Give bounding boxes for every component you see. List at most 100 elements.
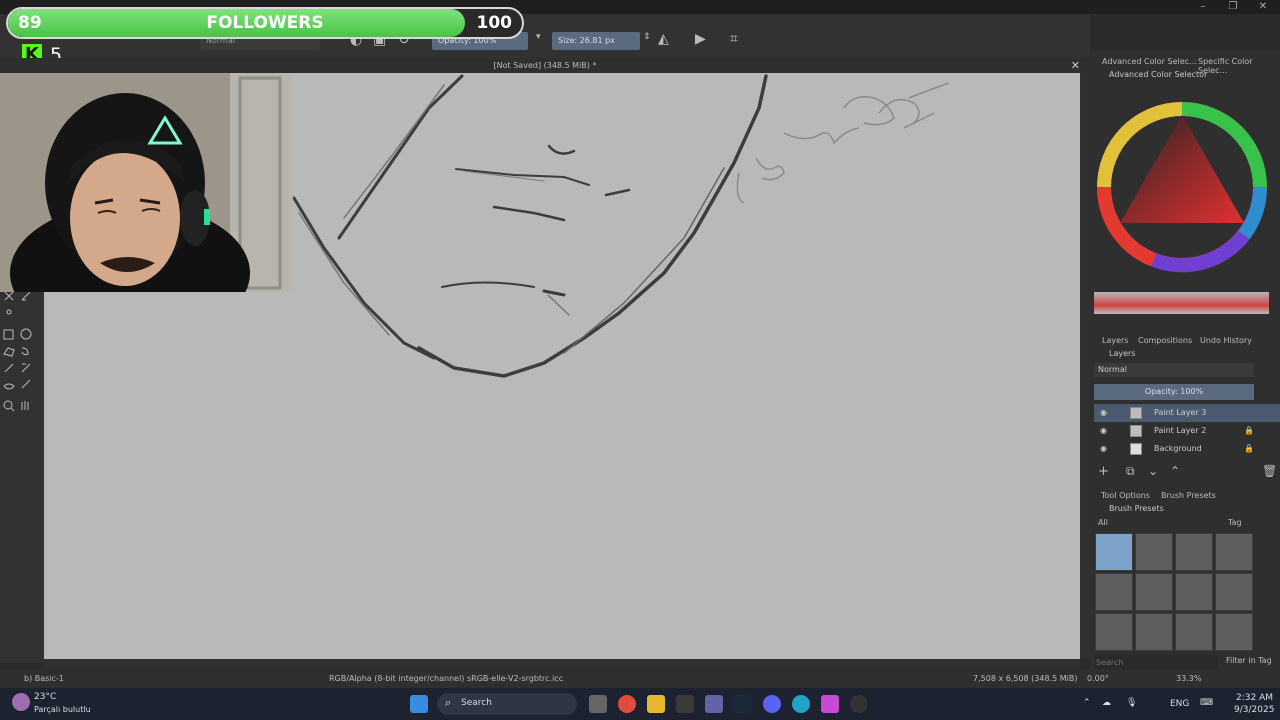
close-window-button[interactable]: ✕ <box>1248 0 1278 14</box>
add-layer-button[interactable]: + <box>1098 464 1109 479</box>
status-rotation[interactable]: 0.00° <box>1087 669 1109 688</box>
weather-desc: Parçalı bulutlu <box>34 705 91 714</box>
spinner-icon[interactable]: ⇕ <box>643 32 651 42</box>
brush-panel-title: Brush Presets <box>1109 504 1164 513</box>
followers-goal: 100 <box>476 13 513 33</box>
ellipse-select-icon <box>20 328 32 340</box>
search-label: Search <box>461 698 492 708</box>
pin-icon <box>6 309 12 315</box>
brush-preset[interactable] <box>1215 573 1253 611</box>
language-indicator[interactable]: ENG <box>1170 699 1189 709</box>
tab-layers[interactable]: Layers <box>1102 336 1128 345</box>
canvas-tab-bar: [Not Saved] (348.5 MiB) * ✕ <box>0 58 1090 73</box>
brush-preset[interactable] <box>1175 573 1213 611</box>
layer-row-paint-layer-3[interactable]: ◉ Paint Layer 3 <box>1094 404 1280 422</box>
tray-chevron-icon[interactable]: ⌃ <box>1083 698 1091 708</box>
delete-layer-icon[interactable]: 🗑 <box>1262 464 1277 478</box>
layer-row-background[interactable]: ◉ Background 🔒 <box>1094 440 1280 458</box>
edge-icon[interactable] <box>792 695 810 713</box>
layer-thumbnail <box>1130 425 1142 437</box>
teams-icon[interactable] <box>705 695 723 713</box>
brush-preset[interactable] <box>1135 573 1173 611</box>
file-explorer-icon[interactable] <box>647 695 665 713</box>
transform-icon <box>4 291 14 301</box>
network-icon[interactable]: ⌨ <box>1200 698 1213 708</box>
tab-undo-history[interactable]: Undo History <box>1200 336 1252 345</box>
wrap-around-icon[interactable]: ⌗ <box>730 31 738 47</box>
color-wheel[interactable] <box>1094 95 1274 275</box>
tab-specific-color[interactable]: Specific Color Selec... <box>1198 57 1280 75</box>
layer-name: Background <box>1154 444 1202 453</box>
magic-wand-icon <box>4 363 14 373</box>
brush-preset[interactable] <box>1095 613 1133 651</box>
layer-opacity-slider[interactable]: Opacity: 100% <box>1094 384 1254 400</box>
similar-select-icon <box>21 363 31 373</box>
brush-search-input[interactable] <box>1094 655 1218 669</box>
clock-time[interactable]: 2:32 AM <box>1236 693 1273 703</box>
chevron-down-icon[interactable]: ▾ <box>536 32 541 42</box>
size-slider[interactable]: Size: 26.81 px <box>552 32 640 50</box>
brush-preset[interactable] <box>1215 533 1253 571</box>
chrome-icon[interactable] <box>618 695 636 713</box>
document-title: [Not Saved] (348.5 MiB) * <box>493 61 597 70</box>
onedrive-icon[interactable]: ☁ <box>1102 698 1111 708</box>
tab-brush-presets[interactable]: Brush Presets <box>1161 491 1216 500</box>
discord-icon[interactable] <box>763 695 781 713</box>
status-zoom[interactable]: 33.3% <box>1176 669 1201 688</box>
horizontal-scrollbar[interactable] <box>44 659 1080 669</box>
polygon-select-icon <box>3 347 15 357</box>
krita-icon[interactable] <box>821 695 839 713</box>
task-view-icon[interactable] <box>589 695 607 713</box>
close-document-button[interactable]: ✕ <box>1071 58 1080 73</box>
layer-row-paint-layer-2[interactable]: ◉ Paint Layer 2 🔒 <box>1094 422 1280 440</box>
move-down-icon[interactable]: ⌄ <box>1148 464 1158 478</box>
followers-label: FOLLOWERS <box>206 13 324 33</box>
maximize-button[interactable]: ❐ <box>1218 0 1248 14</box>
layer-thumbnail <box>1130 407 1142 419</box>
weather-icon[interactable] <box>12 693 30 711</box>
tab-compositions[interactable]: Compositions <box>1138 336 1192 345</box>
rect-select-icon <box>3 329 14 340</box>
layers-panel-title: Layers <box>1109 349 1136 358</box>
brush-preset[interactable] <box>1135 613 1173 651</box>
bezier-select-icon <box>3 383 15 390</box>
brush-tag-button[interactable]: Tag <box>1228 518 1242 527</box>
mirror-vertical-icon[interactable]: ▶ <box>695 31 706 47</box>
lock-icon[interactable]: 🔒 <box>1244 440 1254 458</box>
search-icon: ⌕ <box>445 696 452 709</box>
windows-start-icon[interactable] <box>410 695 428 713</box>
brush-filter-select[interactable]: All <box>1098 518 1108 527</box>
app-icon[interactable] <box>676 695 694 713</box>
filter-in-tag-checkbox[interactable]: Filter in Tag <box>1226 656 1272 665</box>
brush-preset[interactable] <box>1135 533 1173 571</box>
obs-icon[interactable] <box>850 695 868 713</box>
mirror-horizontal-icon[interactable]: ◭ <box>658 31 669 47</box>
move-up-icon[interactable]: ⌃ <box>1170 464 1180 478</box>
brush-preset[interactable] <box>1215 613 1253 651</box>
mic-icon[interactable]: 🎙 <box>1126 698 1137 708</box>
tab-advanced-color[interactable]: Advanced Color Selec... <box>1102 57 1197 66</box>
status-brush: b) Basic-1 <box>24 674 64 683</box>
minimize-button[interactable]: – <box>1188 0 1218 14</box>
eye-icon[interactable]: ◉ <box>1100 404 1107 422</box>
eye-icon[interactable]: ◉ <box>1100 440 1107 458</box>
color-slider-bar[interactable] <box>1094 292 1269 314</box>
freehand-select-icon <box>21 347 29 356</box>
brush-preset[interactable] <box>1175 533 1213 571</box>
tab-tool-options[interactable]: Tool Options <box>1101 491 1150 500</box>
eye-icon[interactable]: ◉ <box>1100 422 1107 440</box>
clock-date[interactable]: 9/3/2025 <box>1234 705 1274 715</box>
brush-preset[interactable] <box>1095 533 1133 571</box>
layer-blend-select[interactable]: Normal <box>1094 363 1254 377</box>
taskbar-search[interactable]: ⌕ Search <box>437 693 577 715</box>
brush-preset[interactable] <box>1175 613 1213 651</box>
brush-preset[interactable] <box>1095 573 1133 611</box>
color-panel-title: Advanced Color Selector <box>1109 70 1208 79</box>
steam-icon[interactable] <box>734 695 752 713</box>
vertical-scrollbar[interactable] <box>1080 73 1090 659</box>
lock-icon[interactable]: 🔒 <box>1244 422 1254 440</box>
zoom-icon <box>3 400 13 410</box>
duplicate-layer-icon[interactable]: ⧉ <box>1126 464 1135 479</box>
toolbox-icons <box>3 291 32 412</box>
taskbar: 23°C Parçalı bulutlu ⌕ Search ⌃ ☁ 🎙 ENG … <box>0 688 1280 720</box>
